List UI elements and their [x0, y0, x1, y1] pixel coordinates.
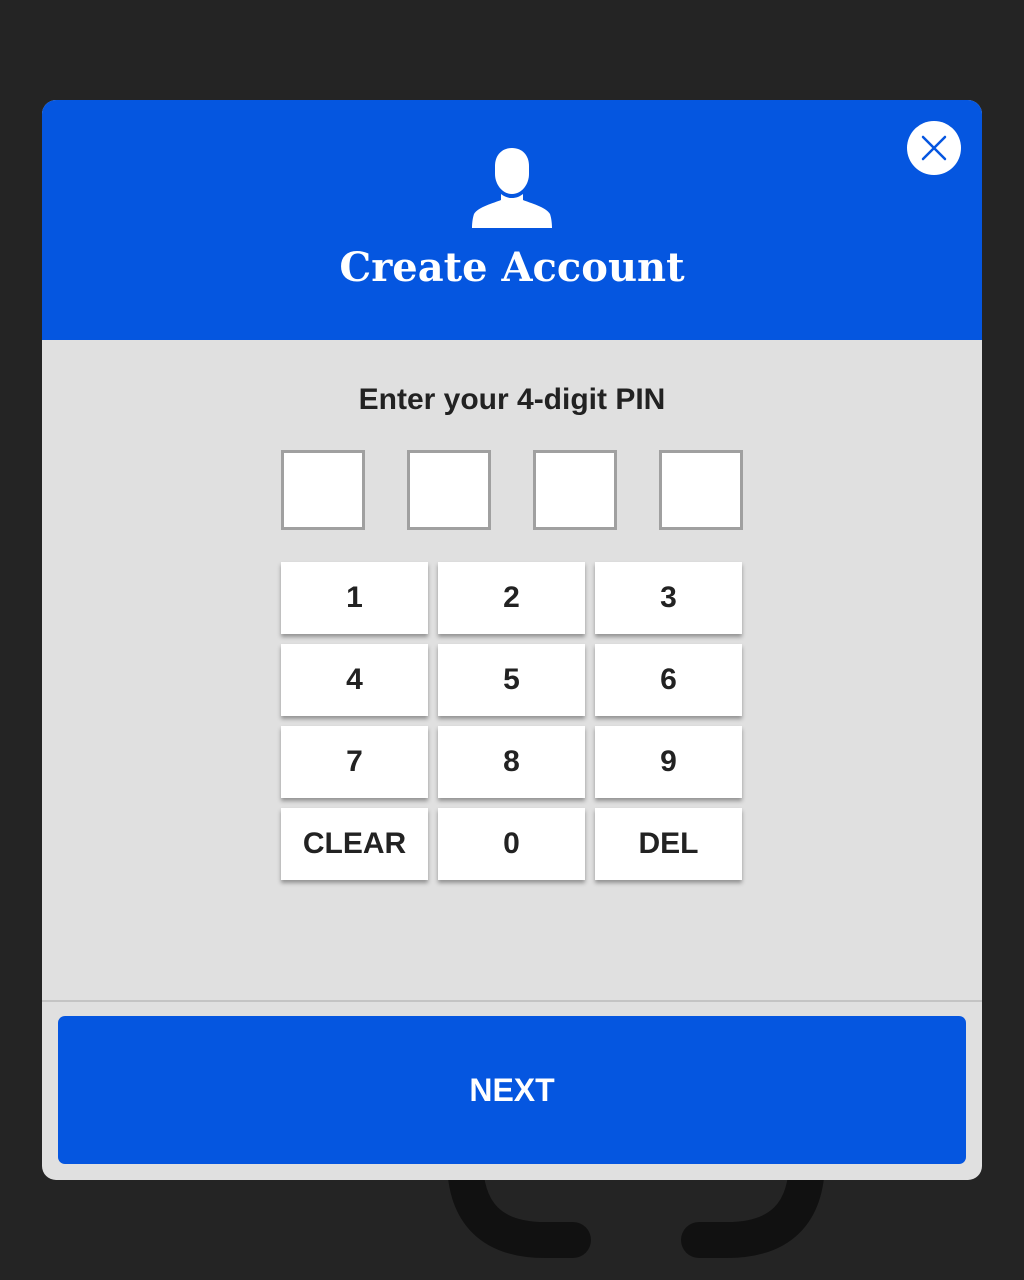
key-3[interactable]: 3: [595, 562, 742, 634]
key-0[interactable]: 0: [438, 808, 585, 880]
key-4[interactable]: 4: [281, 644, 428, 716]
key-2[interactable]: 2: [438, 562, 585, 634]
pin-prompt: Enter your 4-digit PIN: [358, 383, 666, 416]
key-9[interactable]: 9: [595, 726, 742, 798]
pin-digit-box-2[interactable]: [407, 450, 491, 530]
user-icon: [472, 148, 552, 228]
create-account-modal: Create Account Enter your 4-digit PIN 1 …: [42, 100, 982, 1180]
footer-divider: [42, 1000, 982, 1002]
key-8[interactable]: 8: [438, 726, 585, 798]
pin-digit-box-1[interactable]: [281, 450, 365, 530]
close-icon: [921, 135, 947, 161]
key-5[interactable]: 5: [438, 644, 585, 716]
key-6[interactable]: 6: [595, 644, 742, 716]
modal-header: Create Account: [42, 100, 982, 340]
key-7[interactable]: 7: [281, 726, 428, 798]
close-button[interactable]: [907, 121, 961, 175]
pin-digit-box-4[interactable]: [659, 450, 743, 530]
pin-digit-box-3[interactable]: [533, 450, 617, 530]
key-clear[interactable]: CLEAR: [281, 808, 428, 880]
key-del[interactable]: DEL: [595, 808, 742, 880]
key-1[interactable]: 1: [281, 562, 428, 634]
next-button[interactable]: NEXT: [58, 1016, 966, 1164]
numeric-keypad: 1 2 3 4 5 6 7 8 9 CLEAR 0 DEL: [281, 562, 745, 882]
modal-title: Create Account: [339, 244, 685, 291]
